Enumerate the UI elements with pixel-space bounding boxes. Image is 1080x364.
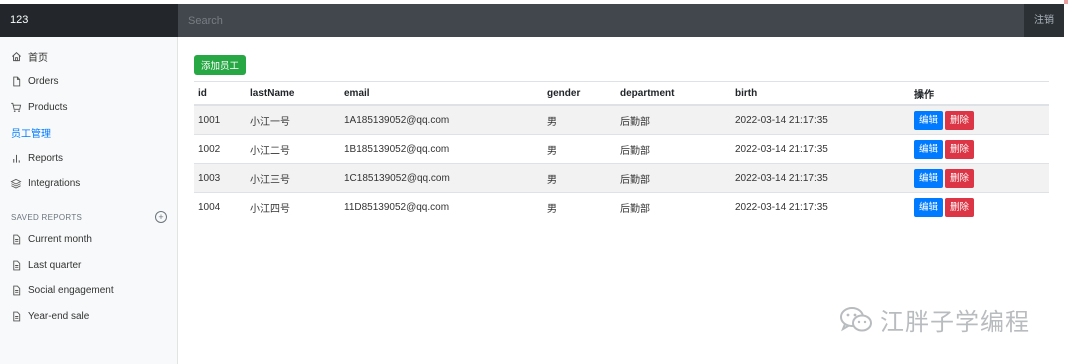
employee-table: id lastName email gender department birt… [194,81,1049,221]
cell-department: 后勤部 [616,163,731,193]
layers-icon [10,177,22,189]
cell-actions: 编辑 删除 [910,163,1049,193]
add-report-icon[interactable]: + [155,211,167,223]
cell-lastname: 小江四号 [246,192,340,221]
cell-lastname: 小江二号 [246,134,340,164]
table-header-row: id lastName email gender department birt… [194,81,1049,106]
edit-button[interactable]: 编辑 [914,139,944,159]
cell-email: 1C185139052@qq.com [340,163,543,193]
sidebar-item-label: Year-end sale [28,310,90,322]
sidebar-item-reports[interactable]: Reports [10,149,63,167]
cell-gender: 男 [543,134,616,164]
table-row: 1002 小江二号 1B185139052@qq.com 男 后勤部 2022-… [194,134,1049,164]
sidebar-item-label: Orders [28,75,59,87]
saved-report-year-end-sale[interactable]: Year-end sale [10,307,89,325]
delete-button[interactable]: 删除 [945,110,975,130]
table-row: 1001 小江一号 1A185139052@qq.com 男 后勤部 2022-… [194,104,1049,135]
cell-actions: 编辑 删除 [910,134,1049,164]
column-header-birth: birth [731,81,910,106]
cell-actions: 编辑 删除 [910,104,1049,135]
sidebar-item-label: Last quarter [28,259,82,271]
cell-id: 1003 [194,163,246,193]
sidebar-item-label: Integrations [28,177,81,189]
search-input[interactable] [178,4,1024,37]
sidebar-item-home[interactable]: 首页 [10,47,48,65]
file-text-icon [10,233,22,245]
file-text-icon [10,259,22,271]
cell-id: 1002 [194,134,246,164]
edit-button[interactable]: 编辑 [914,197,944,217]
sidebar-item-label: Social engagement [28,284,114,296]
signout-link[interactable]: 注销 [1024,4,1064,37]
cell-gender: 男 [543,163,616,193]
cell-department: 后勤部 [616,192,731,221]
column-header-actions: 操作 [910,81,1049,106]
cell-birth: 2022-03-14 21:17:35 [731,192,910,221]
cell-department: 后勤部 [616,104,731,135]
cell-lastname: 小江一号 [246,104,340,135]
brand-title[interactable]: 123 [0,4,178,37]
column-header-gender: gender [543,81,616,106]
sidebar-item-label: 员工管理 [11,128,51,140]
delete-button[interactable]: 删除 [945,197,975,217]
file-text-icon [10,284,22,296]
column-header-email: email [340,81,543,106]
column-header-lastname: lastName [246,81,340,106]
table-row: 1003 小江三号 1C185139052@qq.com 男 后勤部 2022-… [194,163,1049,193]
cell-department: 后勤部 [616,134,731,164]
cell-id: 1004 [194,192,246,221]
sidebar-item-label: Products [28,101,68,113]
cell-birth: 2022-03-14 21:17:35 [731,163,910,193]
saved-reports-heading: SAVED REPORTS [11,213,83,222]
sidebar-item-products[interactable]: Products [10,98,67,116]
watermark: 江胖子学编程 [838,302,1030,337]
bar-chart-icon [10,152,22,164]
sidebar-item-employees[interactable]: 员工管理 [11,123,51,141]
cart-icon [10,101,22,113]
home-icon [10,50,22,62]
add-employee-button[interactable]: 添加员工 [194,55,246,75]
cell-id: 1001 [194,104,246,135]
cell-gender: 男 [543,192,616,221]
cell-birth: 2022-03-14 21:17:35 [731,134,910,164]
delete-button[interactable]: 删除 [945,168,975,188]
cell-email: 1B185139052@qq.com [340,134,543,164]
sidebar-item-label: 首页 [28,52,48,64]
column-header-id: id [194,81,246,106]
saved-report-last-quarter[interactable]: Last quarter [10,256,81,274]
saved-report-current-month[interactable]: Current month [10,230,92,248]
watermark-text: 江胖子学编程 [880,309,1030,336]
saved-report-social-engagement[interactable]: Social engagement [10,281,114,299]
delete-button[interactable]: 删除 [945,139,975,159]
sidebar-item-label: Reports [28,152,64,164]
column-header-department: department [616,81,731,106]
sidebar-item-orders[interactable]: Orders [10,72,59,90]
table-row: 1004 小江四号 11D85139052@qq.com 男 后勤部 2022-… [194,192,1049,221]
file-icon [10,75,22,87]
edit-button[interactable]: 编辑 [914,110,944,130]
cell-actions: 编辑 删除 [910,192,1049,221]
cell-email: 11D85139052@qq.com [340,192,543,221]
sidebar-item-integrations[interactable]: Integrations [10,174,80,192]
edit-button[interactable]: 编辑 [914,168,944,188]
wechat-icon [840,306,872,331]
sidebar-item-label: Current month [28,233,92,245]
window-right-edge [1064,4,1080,364]
top-navbar: 123 注销 [0,4,1064,37]
file-text-icon [10,310,22,322]
cell-birth: 2022-03-14 21:17:35 [731,104,910,135]
cell-email: 1A185139052@qq.com [340,104,543,135]
sidebar: 首页 Orders Products 员工管理 Reports Integrat… [0,37,178,364]
cell-gender: 男 [543,104,616,135]
cell-lastname: 小江三号 [246,163,340,193]
